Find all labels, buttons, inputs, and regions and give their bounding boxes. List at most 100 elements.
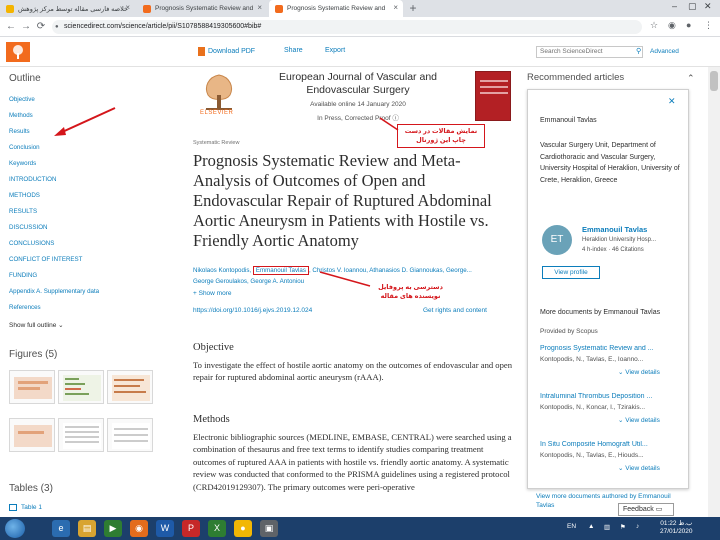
table-1-link[interactable]: Table 1	[9, 504, 42, 511]
figure-2-thumbnail	[63, 375, 101, 401]
new-tab-button[interactable]: +	[405, 1, 421, 16]
outline-item-results[interactable]: Results	[9, 128, 30, 135]
powerpoint-icon[interactable]: P	[182, 520, 200, 537]
feedback-button[interactable]: Feedback ▭	[618, 503, 674, 516]
media-player-icon[interactable]: ▶	[104, 520, 122, 537]
network-icon[interactable]: ▥	[604, 523, 610, 531]
document-title-link[interactable]: Intraluminal Thrombus Deposition ...	[540, 393, 680, 400]
outline-item-appendix[interactable]: Appendix A. Supplementary data	[9, 288, 99, 295]
outline-item-funding[interactable]: FUNDING	[9, 272, 37, 279]
view-details-link[interactable]: ⌄ View details	[618, 464, 660, 472]
figure-thumbnail[interactable]	[9, 370, 55, 404]
figure-thumbnail[interactable]	[58, 370, 104, 404]
outline-item-references[interactable]: References	[9, 304, 41, 311]
figure-thumbnail[interactable]	[9, 418, 55, 452]
in-press-link[interactable]: In Press, Corrected Proof ⓘ	[258, 112, 458, 122]
word-icon[interactable]: W	[156, 520, 174, 537]
outline-item-discussion[interactable]: DISCUSSION	[9, 224, 48, 231]
view-details-link[interactable]: ⌄ View details	[618, 368, 660, 376]
star-icon[interactable]: ☆	[650, 20, 658, 31]
file-explorer-icon[interactable]: ▤	[78, 520, 96, 537]
author-link[interactable]: Nikolaos Kontopodis	[193, 267, 249, 274]
figure-6-thumbnail	[112, 423, 150, 449]
journal-name[interactable]: European Journal of Vascular and Endovas…	[258, 71, 458, 97]
windows-taskbar: e ▤ ▶ ◉ W P X ● ▣ EN ▲ ▥ ⚑ ♪ 01:22 ب.ظ 2…	[0, 517, 720, 540]
show-more-authors-button[interactable]: + Show more	[193, 290, 231, 297]
reload-button[interactable]: ⟳	[34, 20, 48, 34]
chevron-up-icon[interactable]: ⌃	[687, 73, 695, 84]
author-name: Emmanouil Tavlas	[540, 117, 597, 124]
rights-link[interactable]: Get rights and content	[423, 307, 487, 314]
figure-thumbnail[interactable]	[107, 418, 153, 452]
document-title-link[interactable]: In Situ Composite Homograft Util...	[540, 441, 680, 448]
more-documents-heading: More documents by Emmanouil Tavlas	[540, 309, 661, 316]
search-icon[interactable]: ⚲	[636, 47, 641, 55]
outline-item-conclusions[interactable]: CONCLUSIONS	[9, 240, 54, 247]
view-details-label: View details	[625, 465, 660, 472]
volume-icon[interactable]: ♪	[636, 523, 639, 530]
firefox-icon[interactable]: ◉	[130, 520, 148, 537]
advanced-search-link[interactable]: Advanced	[650, 48, 679, 55]
tables-title: Tables (3)	[9, 483, 53, 494]
scrollbar-thumb[interactable]	[710, 71, 718, 91]
tray-arrow-icon[interactable]: ▲	[588, 523, 594, 530]
close-tab-icon[interactable]: ×	[125, 3, 130, 12]
show-full-outline-button[interactable]: Show full outline ⌄	[9, 321, 64, 329]
browser-tab[interactable]: Prognosis Systematic Review and ×	[137, 0, 267, 17]
outline-item-objective[interactable]: Objective	[9, 96, 35, 103]
figure-thumbnail[interactable]	[107, 370, 153, 404]
outline-item-methods[interactable]: Methods	[9, 112, 33, 119]
outline-item-conflict[interactable]: CONFLICT OF INTEREST	[9, 256, 82, 263]
start-button[interactable]	[5, 519, 25, 538]
author-affiliation: Vascular Surgery Unit, Department of Car…	[540, 142, 680, 184]
excel-icon[interactable]: X	[208, 520, 226, 537]
maximize-icon[interactable]: ▢	[688, 1, 697, 12]
close-tab-icon[interactable]: ×	[393, 3, 398, 12]
document-authors: Kontopodis, N., Koncar, I., Tzirakis...	[540, 404, 646, 411]
outline-item-methods-section[interactable]: METHODS	[9, 192, 40, 199]
figure-thumbnail[interactable]	[58, 418, 104, 452]
doi-link[interactable]: https://doi.org/10.1016/j.ejvs.2019.12.0…	[193, 307, 312, 314]
chrome-icon[interactable]: ●	[234, 520, 252, 537]
author-link[interactable]: George Geroulakos, George A. Antoniou	[193, 278, 304, 285]
view-profile-button[interactable]: View profile	[542, 266, 600, 279]
sciencedirect-logo[interactable]	[6, 42, 30, 62]
internet-explorer-icon[interactable]: e	[52, 520, 70, 537]
download-pdf-button[interactable]: Download PDF	[198, 47, 255, 56]
minimize-icon[interactable]: –	[672, 1, 677, 11]
browser-tab-active[interactable]: Prognosis Systematic Review and ×	[269, 0, 403, 17]
extension-icon[interactable]: ◉	[668, 20, 676, 31]
feedback-label: Feedback	[623, 506, 654, 513]
export-label: Export	[325, 47, 346, 54]
flag-icon[interactable]: ⚑	[620, 523, 626, 531]
system-clock[interactable]: 01:22 ب.ظ 27/01/2020	[660, 520, 693, 536]
browser-tab[interactable]: خلاصه فارسی مقاله توسط مرکز پژوهش ×	[0, 0, 135, 17]
close-window-icon[interactable]: ✕	[704, 1, 712, 12]
red-arrow-annotation	[54, 107, 116, 136]
methods-text: Electronic bibliographic sources (MEDLIN…	[193, 432, 512, 492]
page-scrollbar[interactable]	[708, 67, 720, 517]
outline-item-results-section[interactable]: RESULTS	[9, 208, 37, 215]
url-field[interactable]: ● sciencedirect.com/science/article/pii/…	[52, 20, 642, 34]
search-input[interactable]: Search ScienceDirect	[536, 46, 643, 58]
view-details-link[interactable]: ⌄ View details	[618, 416, 660, 424]
close-tab-icon[interactable]: ×	[257, 3, 262, 12]
folder-icon[interactable]: ▣	[260, 520, 278, 537]
figure-4-thumbnail	[14, 425, 52, 447]
forward-button[interactable]: →	[19, 20, 33, 34]
journal-cover-image[interactable]	[475, 71, 511, 121]
document-title-link[interactable]: Prognosis Systematic Review and ...	[540, 345, 680, 352]
profile-icon[interactable]: ●	[686, 20, 691, 30]
profile-university: Heraklion University Hosp...	[582, 237, 657, 243]
outline-item-introduction[interactable]: INTRODUCTION	[9, 176, 56, 183]
back-button[interactable]: ←	[4, 20, 18, 34]
language-indicator[interactable]: EN	[567, 523, 576, 530]
outline-item-keywords[interactable]: Keywords	[9, 160, 36, 167]
menu-icon[interactable]: ⋮	[704, 20, 713, 31]
outline-item-conclusion[interactable]: Conclusion	[9, 144, 40, 151]
highlighted-author-link[interactable]: Emmanouil Tavlas	[252, 266, 309, 275]
share-button[interactable]: Share	[284, 47, 303, 54]
profile-name-link[interactable]: Emmanouil Tavlas	[582, 225, 647, 234]
export-button[interactable]: Export	[325, 47, 345, 54]
close-icon[interactable]: ✕	[668, 96, 676, 107]
